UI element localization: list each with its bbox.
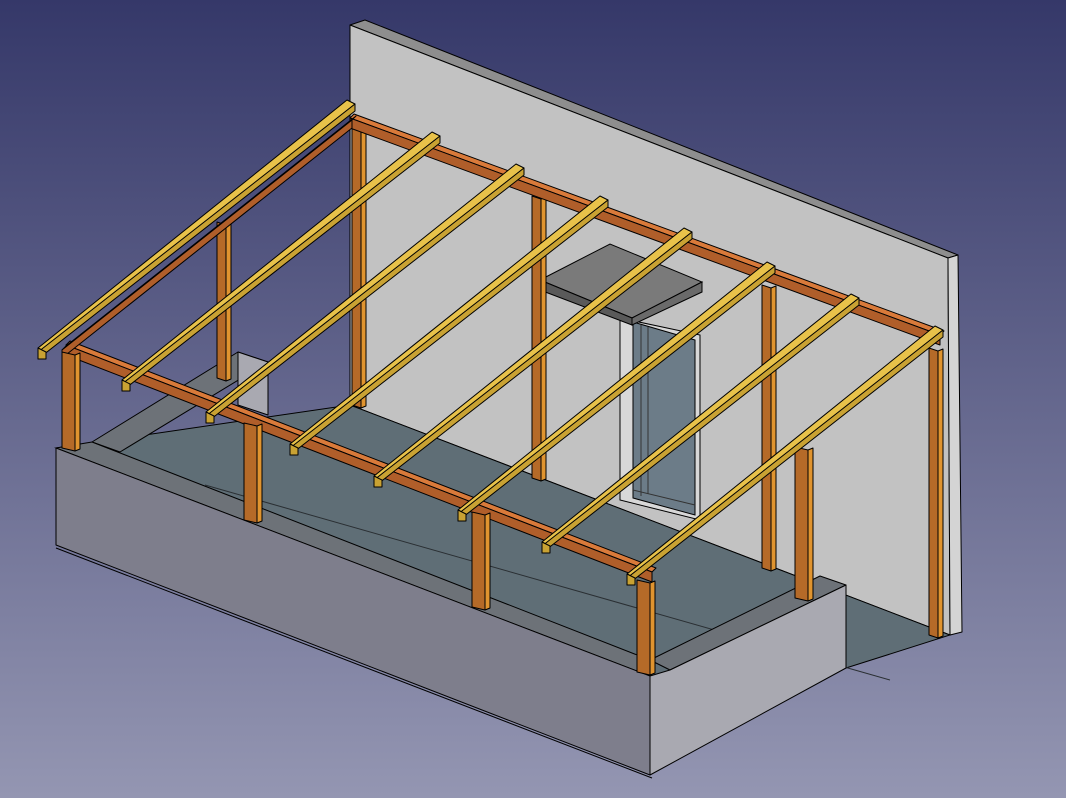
front-post-1-side-face bbox=[74, 352, 81, 452]
front-post-5-front-face bbox=[636, 579, 651, 676]
3d-scene[interactable] bbox=[0, 0, 1066, 798]
back-post-4-front-face bbox=[761, 284, 772, 572]
front-post-4-front-face bbox=[794, 446, 809, 602]
back-post-5-front-face bbox=[928, 347, 939, 639]
front-post-1-front-face bbox=[61, 351, 76, 452]
back-post-4[interactable] bbox=[761, 284, 777, 572]
back-post-5[interactable] bbox=[928, 347, 944, 639]
back-post-3-front-face bbox=[531, 195, 542, 482]
back-post-2-side-face bbox=[360, 128, 367, 409]
back-post-5-side-face bbox=[937, 348, 944, 639]
front-post-2[interactable] bbox=[243, 422, 263, 524]
front-post-5[interactable] bbox=[636, 579, 656, 676]
front-post-3-side-face bbox=[484, 512, 491, 611]
3d-viewport[interactable] bbox=[0, 0, 1066, 798]
back-post-3[interactable] bbox=[531, 195, 547, 482]
front-post-3[interactable] bbox=[471, 511, 491, 611]
front-post-4-side-face bbox=[807, 447, 814, 602]
back-post-4-side-face bbox=[770, 285, 777, 572]
front-post-2-front-face bbox=[243, 422, 258, 524]
front-post-1[interactable] bbox=[61, 351, 81, 452]
front-post-4[interactable] bbox=[794, 446, 814, 602]
back-post-2[interactable] bbox=[351, 127, 367, 409]
back-post-2-front-face bbox=[351, 127, 362, 409]
front-post-2-side-face bbox=[256, 423, 263, 524]
front-post-3-front-face bbox=[471, 511, 486, 611]
front-post-5-side-face bbox=[649, 580, 656, 676]
